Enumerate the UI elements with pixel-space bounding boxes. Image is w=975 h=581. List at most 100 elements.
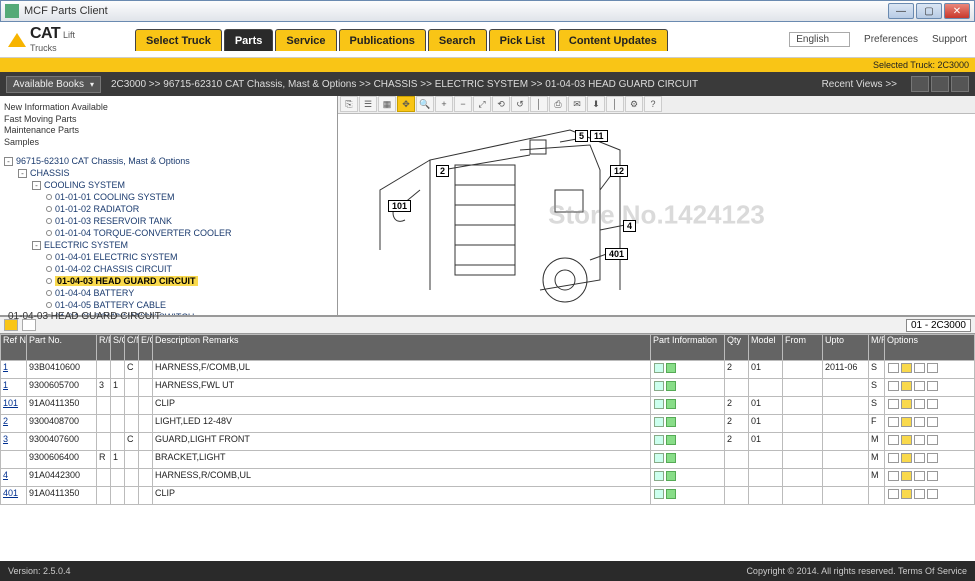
minimize-button[interactable]: — — [888, 3, 914, 19]
col-header[interactable]: Qty — [725, 335, 749, 361]
price-icon[interactable] — [666, 417, 676, 427]
tree-node[interactable]: 01-04-03 HEAD GUARD CIRCUIT — [4, 275, 333, 287]
preferences-link[interactable]: Preferences — [864, 34, 918, 45]
callout-401[interactable]: 401 — [605, 248, 628, 260]
opt-box[interactable] — [888, 435, 899, 445]
tab-content-updates[interactable]: Content Updates — [558, 29, 668, 51]
tree-node[interactable]: 01-01-01 COOLING SYSTEM — [4, 191, 333, 203]
viewer-tool-4[interactable]: 🔍 — [416, 96, 434, 112]
table-row[interactable]: 39300407600CGUARD,LIGHT FRONT201M — [1, 433, 975, 451]
doc-icon[interactable] — [654, 471, 664, 481]
viewer-tool-12[interactable]: ✉ — [568, 96, 586, 112]
viewer-tool-16[interactable]: ? — [644, 96, 662, 112]
cell[interactable] — [885, 487, 975, 505]
opt-box[interactable] — [927, 471, 938, 481]
info-link[interactable]: Maintenance Parts — [4, 125, 333, 137]
cell[interactable]: 1 — [1, 379, 27, 397]
viewer-tool-15[interactable]: ⚙ — [625, 96, 643, 112]
tree-pane[interactable]: New Information AvailableFast Moving Par… — [0, 96, 338, 315]
col-header[interactable]: Upto — [823, 335, 869, 361]
opt-box[interactable] — [901, 453, 912, 463]
col-header[interactable]: S/O — [111, 335, 125, 361]
parts-tree[interactable]: -96715-62310 CAT Chassis, Mast & Options… — [4, 155, 333, 315]
breadcrumb[interactable]: 2C3000 >> 96715-62310 CAT Chassis, Mast … — [111, 79, 698, 90]
cell[interactable]: 401 — [1, 487, 27, 505]
opt-box[interactable] — [901, 471, 912, 481]
opt-box[interactable] — [927, 435, 938, 445]
opt-box[interactable] — [901, 435, 912, 445]
maximize-button[interactable]: ▢ — [916, 3, 942, 19]
viewer-tool-8[interactable]: ⟲ — [492, 96, 510, 112]
cell[interactable] — [651, 415, 725, 433]
cell[interactable] — [1, 451, 27, 469]
viewer-tool-1[interactable]: ☰ — [359, 96, 377, 112]
opt-box[interactable] — [888, 417, 899, 427]
view-split-icon[interactable] — [931, 76, 949, 92]
opt-box[interactable] — [888, 381, 899, 391]
col-header[interactable]: M/R — [869, 335, 885, 361]
table-row[interactable]: 1930060570031HARNESS,FWL UTS — [1, 379, 975, 397]
viewer-tool-5[interactable]: + — [435, 96, 453, 112]
cell[interactable] — [885, 379, 975, 397]
opt-box[interactable] — [901, 399, 912, 409]
doc-icon[interactable] — [654, 363, 664, 373]
collapse-icon[interactable]: - — [18, 169, 27, 178]
tree-node[interactable]: -COOLING SYSTEM — [4, 179, 333, 191]
doc-icon[interactable] — [654, 381, 664, 391]
col-header[interactable]: C/N — [125, 335, 139, 361]
viewer-tool-13[interactable]: ⬇ — [587, 96, 605, 112]
col-header[interactable]: Part No. — [27, 335, 97, 361]
info-link[interactable]: Samples — [4, 137, 333, 149]
price-icon[interactable] — [666, 363, 676, 373]
view-image-icon[interactable] — [951, 76, 969, 92]
viewer-tool-10[interactable]: │ — [530, 96, 548, 112]
collapse-icon[interactable]: - — [4, 157, 13, 166]
cell[interactable]: 1 — [1, 361, 27, 379]
cell[interactable] — [651, 397, 725, 415]
table-row[interactable]: 491A0442300HARNESS,R/COMB,ULM — [1, 469, 975, 487]
col-header[interactable]: Model — [749, 335, 783, 361]
cell[interactable] — [651, 361, 725, 379]
cell[interactable] — [885, 451, 975, 469]
tree-node[interactable]: -CHASSIS — [4, 167, 333, 179]
model-selector[interactable]: 01 - 2C3000 — [906, 319, 971, 332]
parts-table-wrap[interactable]: Ref No.Part No.R/PS/OC/NE/GDescription R… — [0, 334, 975, 561]
opt-box[interactable] — [888, 489, 899, 499]
tab-parts[interactable]: Parts — [224, 29, 274, 51]
callout-101[interactable]: 101 — [388, 200, 411, 212]
opt-box[interactable] — [901, 417, 912, 427]
tree-node[interactable]: 01-01-02 RADIATOR — [4, 203, 333, 215]
cell[interactable] — [651, 487, 725, 505]
cell[interactable] — [651, 379, 725, 397]
doc-icon[interactable] — [654, 399, 664, 409]
cell[interactable] — [651, 469, 725, 487]
table-row[interactable]: 40191A0411350CLIP — [1, 487, 975, 505]
opt-box[interactable] — [927, 453, 938, 463]
language-select[interactable]: English — [789, 32, 850, 47]
opt-box[interactable] — [901, 363, 912, 373]
viewer-tool-14[interactable]: │ — [606, 96, 624, 112]
viewer-tool-3[interactable]: ✥ — [397, 96, 415, 112]
col-header[interactable]: E/G — [139, 335, 153, 361]
tree-node[interactable]: 01-01-04 TORQUE-CONVERTER COOLER — [4, 227, 333, 239]
available-books-button[interactable]: Available Books — [6, 76, 101, 93]
opt-box[interactable] — [901, 381, 912, 391]
tree-node[interactable]: -ELECTRIC SYSTEM — [4, 239, 333, 251]
tree-node[interactable]: 01-01-03 RESERVOIR TANK — [4, 215, 333, 227]
opt-box[interactable] — [914, 489, 925, 499]
opt-box[interactable] — [927, 399, 938, 409]
col-header[interactable]: Ref No. — [1, 335, 27, 361]
callout-2[interactable]: 2 — [436, 165, 449, 177]
price-icon[interactable] — [666, 471, 676, 481]
tree-node[interactable]: 01-04-02 CHASSIS CIRCUIT — [4, 263, 333, 275]
price-icon[interactable] — [666, 381, 676, 391]
table-row[interactable]: 9300606400R1BRACKET,LIGHTM — [1, 451, 975, 469]
tab-select-truck[interactable]: Select Truck — [135, 29, 222, 51]
opt-box[interactable] — [914, 471, 925, 481]
cell[interactable] — [651, 451, 725, 469]
viewer-tool-6[interactable]: − — [454, 96, 472, 112]
opt-box[interactable] — [927, 381, 938, 391]
cell[interactable] — [885, 361, 975, 379]
cell[interactable]: 3 — [1, 433, 27, 451]
tree-node[interactable]: 01-04-04 BATTERY — [4, 287, 333, 299]
